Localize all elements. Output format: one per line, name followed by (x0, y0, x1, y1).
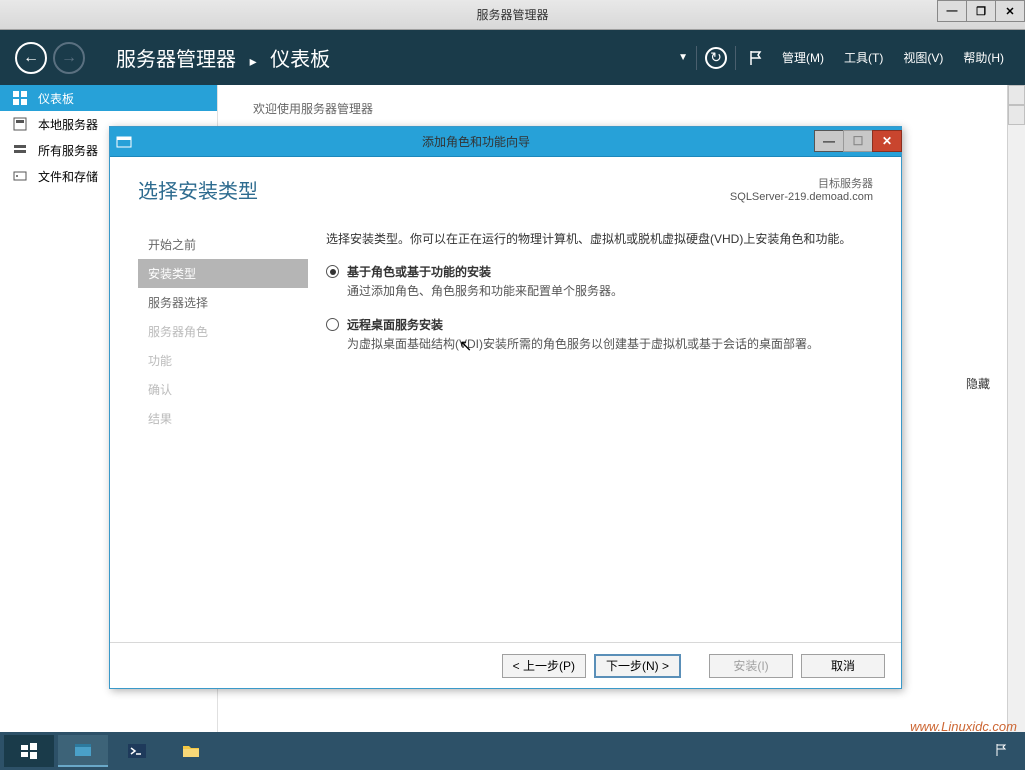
option-desc: 通过添加角色、角色服务和功能来配置单个服务器。 (347, 282, 623, 300)
next-button[interactable]: 下一步(N) > (594, 654, 681, 678)
wizard-window-controls: — ☐ ✕ (814, 131, 901, 152)
start-button[interactable] (4, 735, 54, 767)
option-text: 远程桌面服务安装 为虚拟桌面基础结构(VDI)安装所需的角色服务以创建基于虚拟机… (347, 316, 819, 353)
menu-tools[interactable]: 工具(T) (838, 47, 889, 68)
option-remote-desktop[interactable]: 远程桌面服务安装 为虚拟桌面基础结构(VDI)安装所需的角色服务以创建基于虚拟机… (326, 316, 869, 353)
step-server-selection[interactable]: 服务器选择 (138, 288, 308, 317)
target-server-label: 目标服务器 (730, 175, 873, 191)
wizard-title: 添加角色和功能向导 (138, 133, 814, 150)
sidebar-item-label: 文件和存储 (38, 168, 98, 185)
step-before-begin[interactable]: 开始之前 (138, 230, 308, 259)
radio-role-based[interactable] (326, 265, 339, 278)
wizard-footer: < 上一步(P) 下一步(N) > 安装(I) 取消 (110, 642, 901, 688)
wizard-app-icon (110, 128, 138, 156)
app-name: 服务器管理器 (116, 49, 236, 71)
servers-icon (12, 142, 28, 158)
server-icon (12, 116, 28, 132)
dropdown-arrow-icon[interactable]: ▼ (678, 52, 688, 63)
system-tray (995, 743, 1021, 759)
wizard-main: 开始之前 安装类型 服务器选择 服务器角色 功能 确认 结果 选择安装类型。你可… (110, 216, 901, 642)
taskbar (0, 732, 1025, 770)
sidebar-item-label: 仪表板 (38, 90, 74, 107)
window-controls: — ❐ ✕ (938, 0, 1025, 22)
close-button[interactable]: ✕ (995, 0, 1025, 22)
flag-icon[interactable] (744, 46, 768, 70)
window-title: 服务器管理器 (476, 6, 548, 23)
tray-flag-icon[interactable] (995, 743, 1011, 759)
wizard-header: 选择安装类型 目标服务器 SQLServer-219.demoad.com (110, 157, 901, 216)
sidebar-item-label: 本地服务器 (38, 116, 98, 133)
step-server-roles: 服务器角色 (138, 317, 308, 346)
forward-button: → (53, 42, 85, 74)
hide-link[interactable]: 隐藏 (966, 375, 990, 392)
sidebar-item-label: 所有服务器 (38, 142, 98, 159)
install-button: 安装(I) (709, 654, 793, 678)
wizard-heading: 选择安装类型 (138, 175, 258, 204)
wizard-titlebar[interactable]: 添加角色和功能向导 — ☐ ✕ (110, 127, 901, 157)
prev-button[interactable]: < 上一步(P) (502, 654, 586, 678)
wizard-minimize-button[interactable]: — (814, 130, 844, 152)
vertical-scrollbar[interactable] (1007, 85, 1025, 732)
app-header: ← → 服务器管理器 ▸ 仪表板 ▼ ↻ 管理(M) 工具(T) 视图(V) 帮… (0, 30, 1025, 85)
window-titlebar: 服务器管理器 — ❐ ✕ (0, 0, 1025, 30)
option-title: 基于角色或基于功能的安装 (347, 263, 623, 280)
option-title: 远程桌面服务安装 (347, 316, 819, 333)
option-role-based[interactable]: 基于角色或基于功能的安装 通过添加角色、角色服务和功能来配置单个服务器。 (326, 263, 869, 300)
step-list: 开始之前 安装类型 服务器选择 服务器角色 功能 确认 结果 (138, 216, 308, 642)
content-intro: 选择安装类型。你可以在正在运行的物理计算机、虚拟机或脱机虚拟硬盘(VHD)上安装… (326, 230, 869, 249)
divider (735, 46, 736, 70)
sidebar-item-dashboard[interactable]: 仪表板 (0, 85, 217, 111)
target-server-info: 目标服务器 SQLServer-219.demoad.com (730, 175, 873, 203)
dashboard-icon (12, 90, 28, 106)
refresh-icon[interactable]: ↻ (705, 47, 727, 69)
minimize-button[interactable]: — (937, 0, 967, 22)
back-button[interactable]: ← (15, 42, 47, 74)
option-text: 基于角色或基于功能的安装 通过添加角色、角色服务和功能来配置单个服务器。 (347, 263, 623, 300)
breadcrumb: 服务器管理器 ▸ 仪表板 (116, 43, 330, 72)
storage-icon (12, 168, 28, 184)
step-install-type[interactable]: 安装类型 (138, 259, 308, 288)
divider (696, 46, 697, 70)
welcome-text: 欢迎使用服务器管理器 (253, 100, 1000, 117)
menu-help[interactable]: 帮助(H) (957, 47, 1010, 68)
cancel-button[interactable]: 取消 (801, 654, 885, 678)
task-powershell[interactable] (112, 735, 162, 767)
menu-view[interactable]: 视图(V) (897, 47, 949, 68)
wizard-dialog: 添加角色和功能向导 — ☐ ✕ 选择安装类型 目标服务器 SQLServer-2… (109, 126, 902, 689)
wizard-body: 选择安装类型 目标服务器 SQLServer-219.demoad.com 开始… (110, 157, 901, 688)
wizard-content: 选择安装类型。你可以在正在运行的物理计算机、虚拟机或脱机虚拟硬盘(VHD)上安装… (308, 216, 873, 642)
wizard-close-button[interactable]: ✕ (872, 130, 902, 152)
wizard-maximize-button: ☐ (843, 130, 873, 152)
maximize-button[interactable]: ❐ (966, 0, 996, 22)
target-server-name: SQLServer-219.demoad.com (730, 191, 873, 203)
header-right: ▼ ↻ 管理(M) 工具(T) 视图(V) 帮助(H) (678, 46, 1010, 70)
menu-manage[interactable]: 管理(M) (776, 47, 830, 68)
chevron-right-icon: ▸ (250, 53, 257, 69)
step-features: 功能 (138, 346, 308, 375)
breadcrumb-current: 仪表板 (270, 49, 330, 71)
option-desc: 为虚拟桌面基础结构(VDI)安装所需的角色服务以创建基于虚拟机或基于会话的桌面部… (347, 335, 819, 353)
task-server-manager[interactable] (58, 735, 108, 767)
step-results: 结果 (138, 404, 308, 433)
radio-remote-desktop[interactable] (326, 318, 339, 331)
step-confirm: 确认 (138, 375, 308, 404)
task-explorer[interactable] (166, 735, 216, 767)
